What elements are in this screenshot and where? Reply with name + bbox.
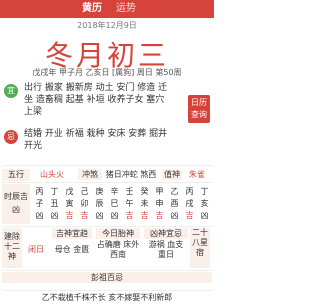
shichen-cell: 丁 bbox=[50, 187, 59, 196]
wuxing-value: 山头火 bbox=[40, 170, 64, 179]
ji-text: 结婚 开业 祈福 栽种 安床 安葬 掘井 开光 bbox=[24, 129, 168, 151]
yiji-section: 宜 出行 搬家 搬新房 动土 安门 修造 迁坐 造畜稠 起基 补垣 收养子女 塞… bbox=[4, 82, 210, 158]
xiongshen-label: 凶神宜忌 bbox=[144, 228, 188, 239]
shichen-cell: 午 bbox=[125, 199, 134, 208]
taishen-label: 今日胎神 bbox=[96, 228, 140, 239]
shichen-cell: 酉 bbox=[170, 199, 179, 208]
shichen-cell: 辛 bbox=[110, 187, 119, 196]
shichen-cell: 戊 bbox=[65, 187, 74, 196]
shichen-cell: 吉 bbox=[140, 211, 149, 220]
jishen-label: 吉神宜趋 bbox=[52, 228, 92, 239]
shichen-cell: 己 bbox=[80, 187, 89, 196]
wuxing-label: 五行 bbox=[2, 169, 30, 181]
shichen-cell: 吉 bbox=[125, 211, 134, 220]
pengzu-value: 乙不栽植千株不长 亥不嫁娶不利新郎 bbox=[41, 293, 173, 302]
shichen-cell: 申 bbox=[155, 199, 164, 208]
shichen-cell: 凶 bbox=[110, 211, 119, 220]
shichen-cell: 戌 bbox=[185, 199, 194, 208]
shichen-cell: 吉 bbox=[155, 211, 164, 220]
calendar-query-button[interactable]: 日历查询 bbox=[188, 95, 210, 123]
shichen-cell: 未 bbox=[140, 199, 149, 208]
shichen-cell: 丑 bbox=[50, 199, 59, 208]
shichen-cell: 甲 bbox=[155, 187, 164, 196]
xiongshen-value: 游祸 血支 重日 bbox=[148, 240, 184, 259]
zhishen-value: 朱雀 bbox=[189, 170, 205, 179]
yi-badge: 宜 bbox=[4, 84, 18, 98]
shichen-label: 时辰吉凶 bbox=[2, 184, 30, 224]
shichen-cell: 吉 bbox=[80, 211, 89, 220]
tab-bar: 黄历 运势 bbox=[82, 2, 136, 16]
shichen-cell: 巳 bbox=[110, 199, 119, 208]
yi-row: 宜 出行 搬家 搬新房 动土 安门 修造 迁坐 造畜稠 起基 补垣 收养子女 塞… bbox=[4, 82, 210, 128]
shichen-cell: 子 bbox=[35, 199, 44, 208]
date-row: 2018年12月9日 bbox=[0, 18, 214, 34]
shichen-cell: 卯 bbox=[80, 199, 89, 208]
shichen-cell: 壬 bbox=[125, 187, 134, 196]
chongsha-label: 冲煞 bbox=[78, 169, 102, 180]
shichen-cell: 寅 bbox=[65, 199, 74, 208]
ji-badge: 忌 bbox=[4, 130, 18, 144]
shichen-cell: 辰 bbox=[95, 199, 104, 208]
shichen-cell: 乙 bbox=[170, 187, 179, 196]
xiu-label: 二十八星宿 bbox=[190, 228, 210, 268]
shichen-cell: 丙 bbox=[35, 187, 44, 196]
taishen-value: 占确磨 床外 西南 bbox=[96, 240, 140, 259]
jishen-value: 母仓 金匮 bbox=[54, 245, 90, 254]
jianchu-label: 建除十二神 bbox=[2, 228, 22, 268]
shichen-cell: 庚 bbox=[95, 187, 104, 196]
jianchu-value: 闭日 bbox=[28, 245, 44, 254]
shichen-cell: 凶 bbox=[35, 211, 44, 220]
shichen-cell: 丙 bbox=[185, 187, 194, 196]
ji-row: 忌 结婚 开业 祈福 栽种 安床 安葬 掘井 开光 bbox=[4, 128, 210, 158]
shichen-cell: 凶 bbox=[50, 211, 59, 220]
chongsha-value: 猪日冲蛇 煞西 bbox=[105, 170, 157, 179]
shichen-cell: 凶 bbox=[170, 211, 179, 220]
yi-text: 出行 搬家 搬新房 动土 安门 修造 迁坐 造畜稠 起基 补垣 收养子女 塞穴 … bbox=[24, 83, 168, 117]
tab-huangli[interactable]: 黄历 bbox=[82, 2, 102, 16]
top-bar: 黄历 运势 bbox=[0, 0, 214, 18]
pengzu-label: 彭祖百忌 bbox=[2, 272, 212, 283]
tab-yunshi[interactable]: 运势 bbox=[116, 2, 136, 16]
shichen-cell: 吉 bbox=[65, 211, 74, 220]
shichen-cell: 吉 bbox=[185, 211, 194, 220]
shichen-cell: 癸 bbox=[140, 187, 149, 196]
shichen-cell: 亥 bbox=[200, 199, 209, 208]
almanac-table: 五行 山头火 冲煞 猪日冲蛇 煞西 值神 朱雀 时辰吉凶 丙丁戊己庚辛壬癸甲乙丙… bbox=[2, 165, 212, 305]
shichen-cell: 凶 bbox=[95, 211, 104, 220]
shichen-cell: 丁 bbox=[200, 187, 209, 196]
ganzhi-line: 戊戌年 甲子月 乙亥日 [属狗] 周日 第50周 bbox=[32, 68, 182, 77]
gregorian-date: 2018年12月9日 bbox=[77, 21, 137, 30]
zhishen-label: 值神 bbox=[162, 169, 182, 180]
shichen-cell: 凶 bbox=[200, 211, 209, 220]
